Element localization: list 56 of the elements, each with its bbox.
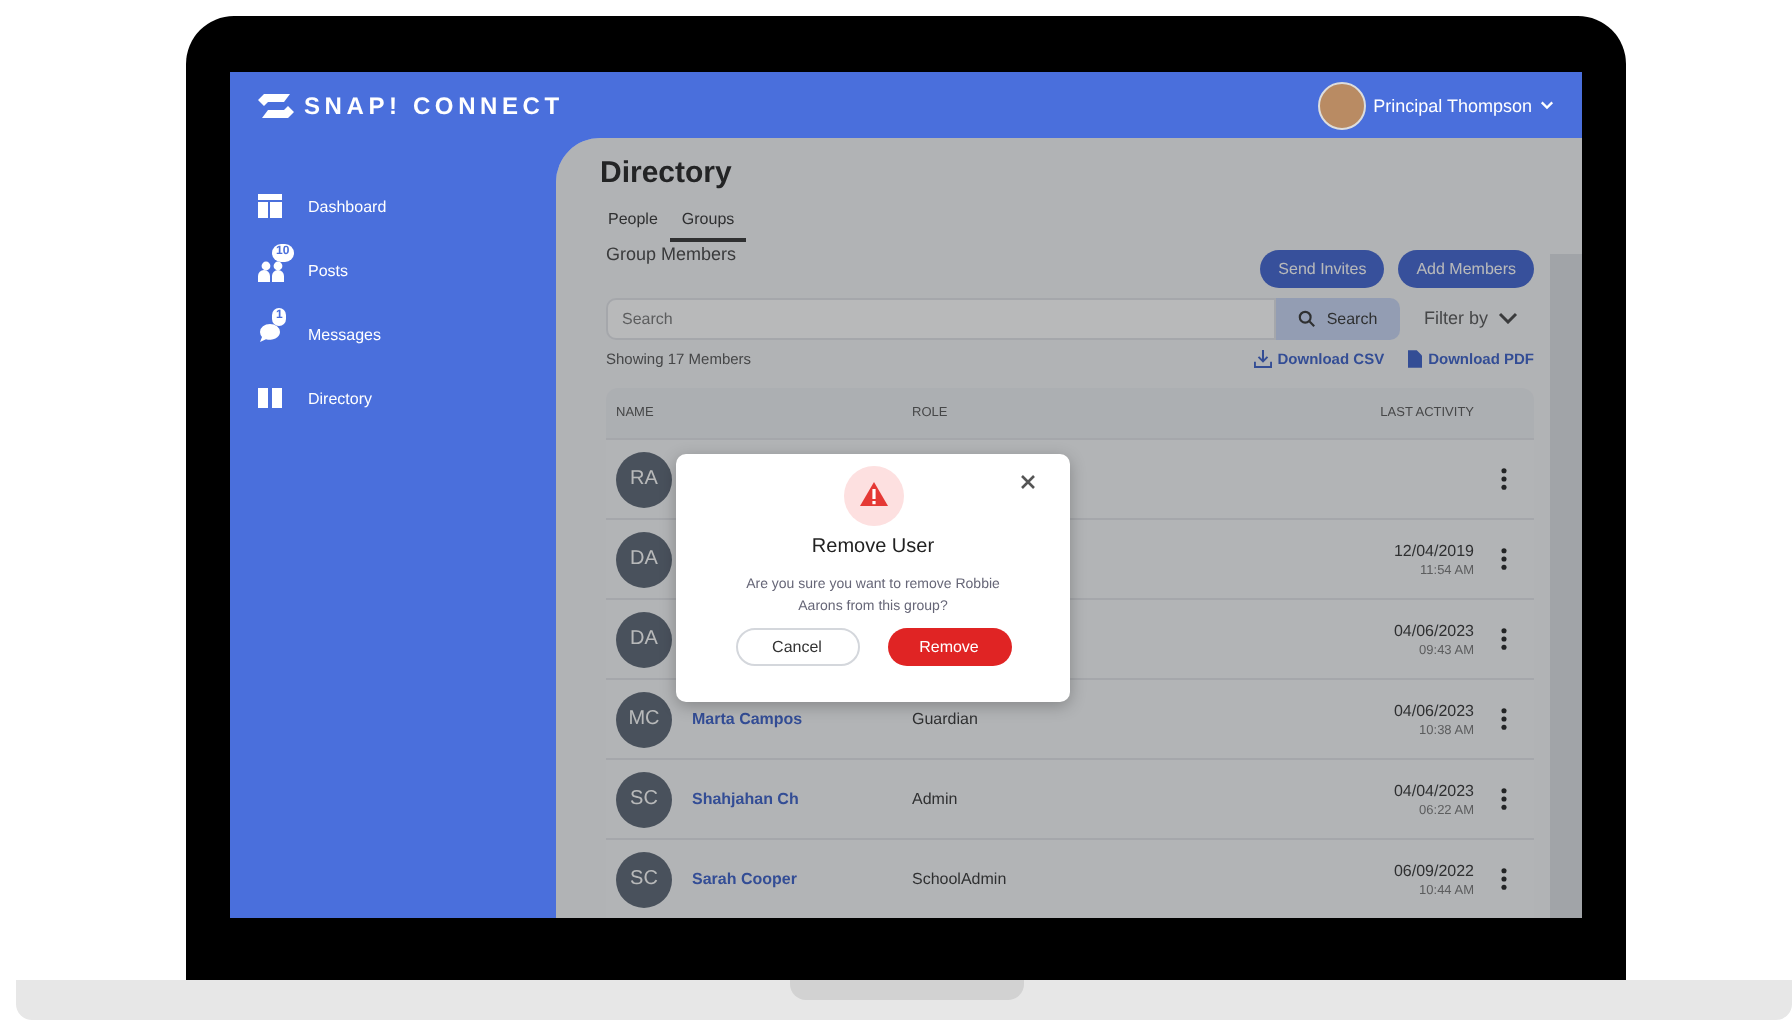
- user-avatar: [1317, 81, 1366, 129]
- section-title: Group Members: [606, 243, 737, 264]
- initials-avatar: RA: [616, 451, 672, 507]
- tab[interactable]: Groups: [669, 203, 747, 242]
- search-button[interactable]: Search: [1276, 297, 1400, 340]
- dashboard-icon: [258, 194, 282, 218]
- people-icon: [258, 258, 286, 282]
- page-title: Directory: [600, 156, 734, 194]
- role-text: SchoolAdmin: [912, 870, 1007, 888]
- chevron-down-icon: [1498, 312, 1519, 325]
- member-name-link[interactable]: Sarah Cooper: [692, 870, 797, 888]
- warning-icon: [843, 466, 903, 526]
- activity-date: 06/09/2022: [1393, 861, 1474, 879]
- chat-icon: [258, 322, 286, 346]
- download-icon: [1253, 349, 1272, 368]
- initials-avatar: MC: [616, 691, 672, 747]
- sidebar-label: Directory: [308, 389, 373, 407]
- initials-avatar: DA: [616, 611, 672, 667]
- more-options-icon[interactable]: [1500, 708, 1508, 730]
- role-text: Admin: [912, 790, 958, 808]
- user-menu[interactable]: Principal Thompson: [1317, 81, 1554, 129]
- tab[interactable]: People: [604, 203, 670, 242]
- sidebar-item[interactable]: Dashboard: [230, 174, 556, 238]
- sidebar-label: Posts: [308, 261, 349, 279]
- remove-button[interactable]: Remove: [887, 628, 1011, 666]
- more-options-icon[interactable]: [1500, 468, 1508, 490]
- more-options-icon[interactable]: [1500, 628, 1508, 650]
- member-name-link[interactable]: Marta Campos: [692, 710, 803, 728]
- logo-icon: [256, 91, 296, 119]
- sidebar-label: Messages: [308, 325, 381, 343]
- initials-avatar: SC: [616, 851, 672, 907]
- app-logo-text: SNAP! CONNECT: [304, 91, 564, 119]
- activity-date: 04/04/2023: [1393, 781, 1474, 799]
- more-options-icon[interactable]: [1500, 788, 1508, 810]
- action-button[interactable]: Add Members: [1398, 249, 1534, 288]
- member-name-link[interactable]: Shahjahan Ch: [692, 790, 799, 808]
- initials-avatar: DA: [616, 531, 672, 587]
- close-icon[interactable]: [1020, 474, 1036, 490]
- file-icon: [1408, 349, 1423, 368]
- initials-avatar: SC: [616, 771, 672, 827]
- action-button[interactable]: Send Invites: [1260, 249, 1385, 288]
- filter-dropdown[interactable]: Filter by: [1412, 306, 1531, 331]
- sidebar-item[interactable]: Directory: [230, 366, 556, 430]
- book-icon: [258, 388, 282, 408]
- activity-date: 04/06/2023: [1393, 621, 1474, 639]
- more-options-icon[interactable]: [1500, 868, 1508, 890]
- search-field[interactable]: Search: [606, 297, 1276, 340]
- search-icon: [1298, 309, 1317, 328]
- activity-date: 04/06/2023: [1393, 701, 1474, 719]
- dialog-title: Remove User: [811, 536, 935, 558]
- activity-date: 12/04/2019: [1393, 541, 1474, 559]
- sidebar-label: Dashboard: [308, 197, 387, 215]
- cancel-button[interactable]: Cancel: [735, 628, 859, 666]
- chevron-down-icon: [1540, 100, 1554, 110]
- more-options-icon[interactable]: [1500, 548, 1508, 570]
- role-text: Guardian: [912, 710, 978, 728]
